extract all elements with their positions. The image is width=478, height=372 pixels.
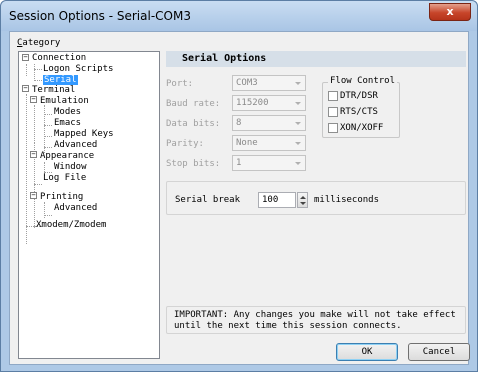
chevron-down-icon: [295, 162, 301, 165]
chevron-down-icon: [295, 142, 301, 145]
milliseconds-label: milliseconds: [314, 195, 380, 205]
arrow-up-icon[interactable]: [300, 196, 306, 199]
collapse-icon[interactable]: −: [22, 54, 29, 61]
parity-select[interactable]: None: [232, 135, 306, 151]
checkbox-icon: [328, 90, 338, 101]
tree-item-window[interactable]: Window: [54, 162, 87, 173]
rts-cts-checkbox[interactable]: RTS/CTS: [328, 106, 378, 118]
chevron-down-icon: [295, 102, 301, 105]
flow-control-title: Flow Control: [328, 76, 398, 86]
tree-guide-line: [34, 105, 35, 143]
arrow-down-icon[interactable]: [300, 202, 306, 205]
tree-guide-line: [44, 105, 45, 153]
parity-label: Parity:: [166, 139, 204, 149]
data-bits-select[interactable]: 8: [232, 115, 306, 131]
dialog-window: Session Options - Serial-COM3 x Category: [0, 0, 478, 372]
tree-guide-line: [34, 184, 42, 185]
tree-item-terminal[interactable]: Terminal: [32, 85, 75, 96]
tree-item-appearance[interactable]: Appearance: [40, 151, 94, 162]
ok-button[interactable]: OK: [336, 343, 398, 361]
tree-guide-line: [26, 94, 27, 244]
panel-header: Serial Options: [166, 51, 466, 67]
stop-bits-select[interactable]: 1: [232, 155, 306, 171]
dtr-dsr-checkbox[interactable]: DTR/DSR: [328, 90, 378, 102]
tree-guide-line: [44, 215, 52, 216]
stop-bits-label: Stop bits:: [166, 159, 221, 169]
tree-guide-line: [26, 64, 27, 76]
tree-guide-line: [44, 136, 52, 137]
baud-rate-select[interactable]: 115200: [232, 95, 306, 111]
port-label: Port:: [166, 79, 194, 89]
tree-guide-line: [44, 147, 52, 148]
serial-break-spinner[interactable]: [297, 192, 308, 208]
title-bar[interactable]: Session Options - Serial-COM3 x: [1, 1, 477, 31]
collapse-icon[interactable]: −: [22, 85, 29, 92]
serial-break-input[interactable]: 100: [258, 192, 296, 208]
tree-guide-line: [44, 114, 52, 115]
close-icon: x: [446, 5, 454, 18]
important-notice: IMPORTANT: Any changes you make will not…: [166, 306, 466, 334]
cancel-button[interactable]: Cancel: [408, 343, 470, 361]
tree-item-advanced-printing[interactable]: Advanced: [54, 203, 97, 214]
tree-guide-line: [34, 69, 42, 70]
category-tree[interactable]: − − − − − Connection Logon Scripts Seria…: [18, 51, 160, 359]
tree-item-logon-scripts[interactable]: Logon Scripts: [43, 64, 113, 75]
data-bits-label: Data bits:: [166, 119, 221, 129]
category-label: Category: [17, 38, 61, 48]
tree-item-modes[interactable]: Modes: [54, 107, 81, 118]
tree-item-advanced-emulation[interactable]: Advanced: [54, 140, 97, 151]
dialog-client-area: Category − − − − − Connection Logon Scri…: [9, 31, 470, 365]
xon-xoff-checkbox[interactable]: XON/XOFF: [328, 122, 383, 134]
checkbox-icon: [328, 122, 338, 133]
port-select[interactable]: COM3: [232, 75, 306, 91]
collapse-icon[interactable]: −: [30, 96, 37, 103]
collapse-icon[interactable]: −: [30, 192, 37, 199]
close-button[interactable]: x: [429, 3, 471, 21]
baud-rate-label: Baud rate:: [166, 99, 221, 109]
tree-guide-line: [44, 125, 52, 126]
tree-item-mapped-keys[interactable]: Mapped Keys: [54, 129, 114, 140]
serial-break-label: Serial break: [175, 195, 241, 205]
tree-item-printing[interactable]: Printing: [40, 192, 83, 203]
collapse-icon[interactable]: −: [30, 151, 37, 158]
tree-item-connection[interactable]: Connection: [32, 53, 86, 64]
chevron-down-icon: [295, 122, 301, 125]
checkbox-icon: [328, 106, 338, 117]
chevron-down-icon: [295, 82, 301, 85]
tree-guide-line: [34, 80, 42, 81]
tree-guide-line: [26, 226, 34, 227]
tree-item-emacs[interactable]: Emacs: [54, 118, 81, 129]
tree-item-log-file[interactable]: Log File: [43, 173, 86, 184]
tree-item-emulation[interactable]: Emulation: [40, 96, 89, 107]
tree-guide-line: [34, 64, 35, 81]
tree-item-xmodem-zmodem[interactable]: Xmodem/Zmodem: [36, 220, 106, 231]
window-title: Session Options - Serial-COM3: [9, 9, 191, 23]
